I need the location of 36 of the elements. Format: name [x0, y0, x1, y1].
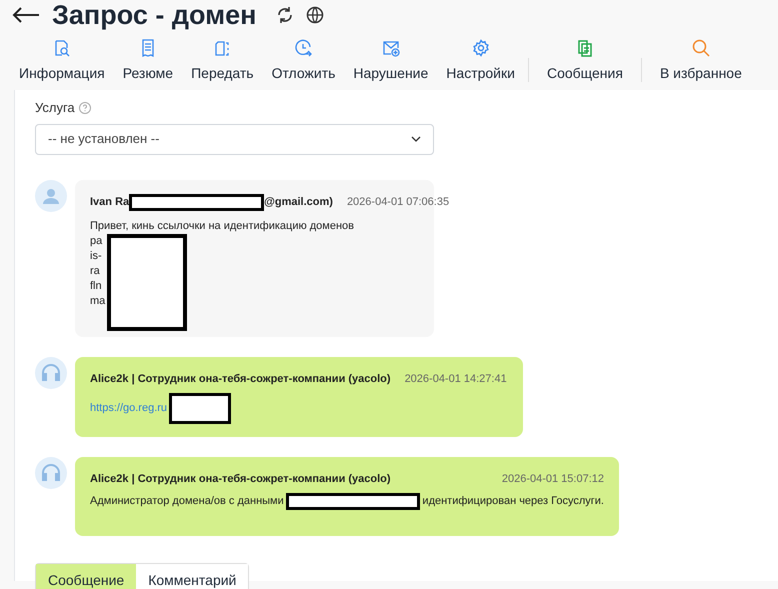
service-select[interactable]: -- не установлен --: [35, 124, 434, 154]
toolbar-button[interactable]: Отложить: [266, 39, 340, 84]
timestamp: 2026-04-01 15:07:12: [502, 472, 604, 486]
message-line: is-: [90, 248, 103, 264]
globe-icon[interactable]: [306, 6, 324, 24]
message-line: ra: [90, 264, 101, 278]
toolbar-button[interactable]: Информация: [14, 39, 110, 84]
headset-avatar-icon: [35, 356, 67, 388]
toolbar-button[interactable]: Настройки: [441, 39, 520, 84]
message-line: fln: [90, 278, 103, 294]
author-name: Alice2k | Сотрудник она-тебя-сожрет-компании (yacolo): [90, 472, 391, 486]
message-text: Администратор домена/ов с данными: [90, 494, 284, 510]
back-arrow-icon[interactable]: [12, 7, 40, 23]
tab[interactable]: Сообщение: [36, 564, 136, 589]
refresh-icon[interactable]: [276, 6, 294, 24]
field-label: Услуга: [35, 99, 75, 117]
redaction-block: [169, 393, 232, 424]
toolbar-button[interactable]: В избранное: [642, 39, 760, 84]
page-title: Запрос - домен: [52, 2, 256, 28]
timestamp: 2026-04-01 07:06:35: [346, 194, 450, 210]
author-name: @gmail.com): [264, 194, 333, 210]
message-line: pa: [90, 234, 104, 248]
headset-avatar-icon: [35, 456, 67, 488]
toolbar-button[interactable]: Нарушение: [348, 39, 434, 84]
toolbar-button[interactable]: Резюме: [118, 39, 178, 84]
author-name: Alice2k | Сотрудник она-тебя-сожрет-компании (yacolo): [90, 372, 391, 386]
tab[interactable]: Комментарий: [136, 564, 248, 589]
toolbar-button[interactable]: Передать: [186, 39, 259, 84]
toolbar-button[interactable]: Сообщения: [528, 39, 641, 84]
user-avatar-icon: [35, 180, 67, 212]
timestamp: 2026-04-01 14:27:41: [404, 372, 507, 386]
chevron-down-icon: [411, 136, 421, 142]
message-line: ma: [90, 294, 106, 308]
message-text: идентифицирован через Госуслуги.: [422, 494, 604, 510]
message-text: Привет, кинь ссылочки на идентификацию доменов: [90, 218, 356, 234]
author-name: Ivan Ra: [90, 194, 130, 210]
